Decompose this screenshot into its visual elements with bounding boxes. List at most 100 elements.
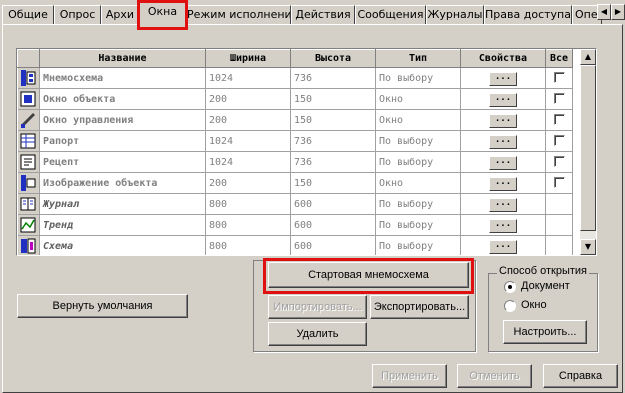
tab-execution-mode[interactable]: Режим исполнения [186,5,291,24]
row-width[interactable]: 1024 [205,130,291,152]
properties-button[interactable]: ... [489,113,517,128]
tab-actions[interactable]: Действия [291,5,355,24]
properties-button[interactable]: ... [489,92,517,107]
radio-window[interactable] [504,300,516,312]
tab-scroll-right-button[interactable]: ▶ [611,4,625,20]
row-type[interactable]: Окно [375,88,461,110]
delete-button[interactable]: Удалить [268,322,367,346]
row-type[interactable]: По выбору [375,67,461,89]
row-width[interactable]: 1024 [205,67,291,89]
cancel-button[interactable]: Отменить [457,364,532,388]
row-name[interactable]: Изображение объекта [39,172,206,194]
row-type[interactable]: По выбору [375,214,461,236]
properties-button[interactable]: ... [489,239,517,254]
row-height[interactable]: 600 [290,193,376,215]
table-row[interactable]: Мнемосхема 1024 736 По выбору... [17,67,573,89]
row-properties-cell: ... [460,235,546,255]
row-height[interactable]: 150 [290,109,376,131]
tab-journals[interactable]: Журналы [426,5,484,24]
properties-button[interactable]: ... [489,197,517,212]
scroll-down-button[interactable]: ▼ [580,239,596,255]
radio-document-label[interactable]: Документ [521,280,570,292]
table-row[interactable]: Схема 800 600 По выбору... [17,235,573,255]
row-height[interactable]: 150 [290,88,376,110]
tab-archive[interactable]: Архи [101,5,139,24]
help-button[interactable]: Справка [543,364,618,388]
row-type[interactable]: По выбору [375,193,461,215]
header-height[interactable]: Высота [290,49,376,68]
all-checkbox[interactable] [553,72,565,84]
vertical-scrollbar[interactable]: ▲ ▼ [580,49,596,255]
export-button[interactable]: Экспортировать... [370,295,469,319]
all-checkbox[interactable] [553,177,565,189]
row-height[interactable]: 736 [290,67,376,89]
all-checkbox[interactable] [553,93,565,105]
header-type[interactable]: Тип [375,49,461,68]
table-row[interactable]: Рапорт 1024 736 По выбору... [17,130,573,152]
start-mnemoscheme-button[interactable]: Стартовая мнемосхема [268,262,469,288]
properties-button[interactable]: ... [489,71,517,86]
row-type[interactable]: По выбору [375,130,461,152]
row-type[interactable]: Окно [375,109,461,131]
tab-strip: Общие Опрос Архи Окна Режим исполнения Д… [0,0,625,25]
header-name[interactable]: Название [39,49,206,68]
row-type[interactable]: По выбору [375,151,461,173]
row-name[interactable]: Окно управления [39,109,206,131]
table-row[interactable]: Окно управления 200 150 Окно... [17,109,573,131]
row-height[interactable]: 736 [290,151,376,173]
row-properties-cell: ... [460,151,546,173]
scroll-up-button[interactable]: ▲ [580,49,596,65]
row-width[interactable]: 200 [205,172,291,194]
import-button[interactable]: Импортировать... [268,295,367,319]
row-name[interactable]: Окно объекта [39,88,206,110]
reset-defaults-button[interactable]: Вернуть умолчания [17,294,188,318]
all-checkbox[interactable] [553,135,565,147]
row-height[interactable]: 600 [290,235,376,255]
properties-button[interactable]: ... [489,218,517,233]
row-height[interactable]: 736 [290,130,376,152]
row-width[interactable]: 800 [205,214,291,236]
radio-window-label[interactable]: Окно [521,299,547,311]
row-width[interactable]: 800 [205,235,291,255]
tab-messages[interactable]: Сообщения [355,5,426,24]
row-name[interactable]: Схема [39,235,206,255]
row-type[interactable]: Окно [375,172,461,194]
windows-table: Название Ширина Высота Тип Свойства Все … [16,48,597,256]
row-name[interactable]: Мнемосхема [39,67,206,89]
tab-windows[interactable]: Окна [139,2,186,25]
row-height[interactable]: 150 [290,172,376,194]
row-width[interactable]: 1024 [205,151,291,173]
row-width[interactable]: 200 [205,109,291,131]
tab-access-rights[interactable]: Права доступа [484,5,572,24]
table-row[interactable]: Окно объекта 200 150 Окно... [17,88,573,110]
apply-button[interactable]: Применить [372,364,447,388]
row-properties-cell: ... [460,214,546,236]
row-height[interactable]: 600 [290,214,376,236]
tab-polling[interactable]: Опрос [54,5,101,24]
tab-scroll-left-button[interactable]: ◀ [597,4,611,20]
table-row[interactable]: Тренд 800 600 По выбору... [17,214,573,236]
table-row[interactable]: Журнал 800 600 По выбору... [17,193,573,215]
table-row[interactable]: Рецепт 1024 736 По выбору... [17,151,573,173]
row-width[interactable]: 800 [205,193,291,215]
header-properties[interactable]: Свойства [460,49,546,68]
tab-general[interactable]: Общие [2,5,54,24]
row-name[interactable]: Рецепт [39,151,206,173]
header-width[interactable]: Ширина [205,49,291,68]
row-type[interactable]: По выбору [375,235,461,255]
properties-button[interactable]: ... [489,176,517,191]
scroll-thumb[interactable] [580,65,596,231]
radio-document[interactable] [504,281,516,293]
row-name[interactable]: Журнал [39,193,206,215]
table-row[interactable]: Изображение объекта 200 150 Окно... [17,172,573,194]
properties-button[interactable]: ... [489,155,517,170]
row-width[interactable]: 200 [205,88,291,110]
configure-button[interactable]: Настроить... [503,320,587,344]
header-icon-col [17,49,40,68]
properties-button[interactable]: ... [489,134,517,149]
header-all[interactable]: Все [545,49,573,68]
all-checkbox[interactable] [553,156,565,168]
all-checkbox[interactable] [553,114,565,126]
row-name[interactable]: Рапорт [39,130,206,152]
row-name[interactable]: Тренд [39,214,206,236]
